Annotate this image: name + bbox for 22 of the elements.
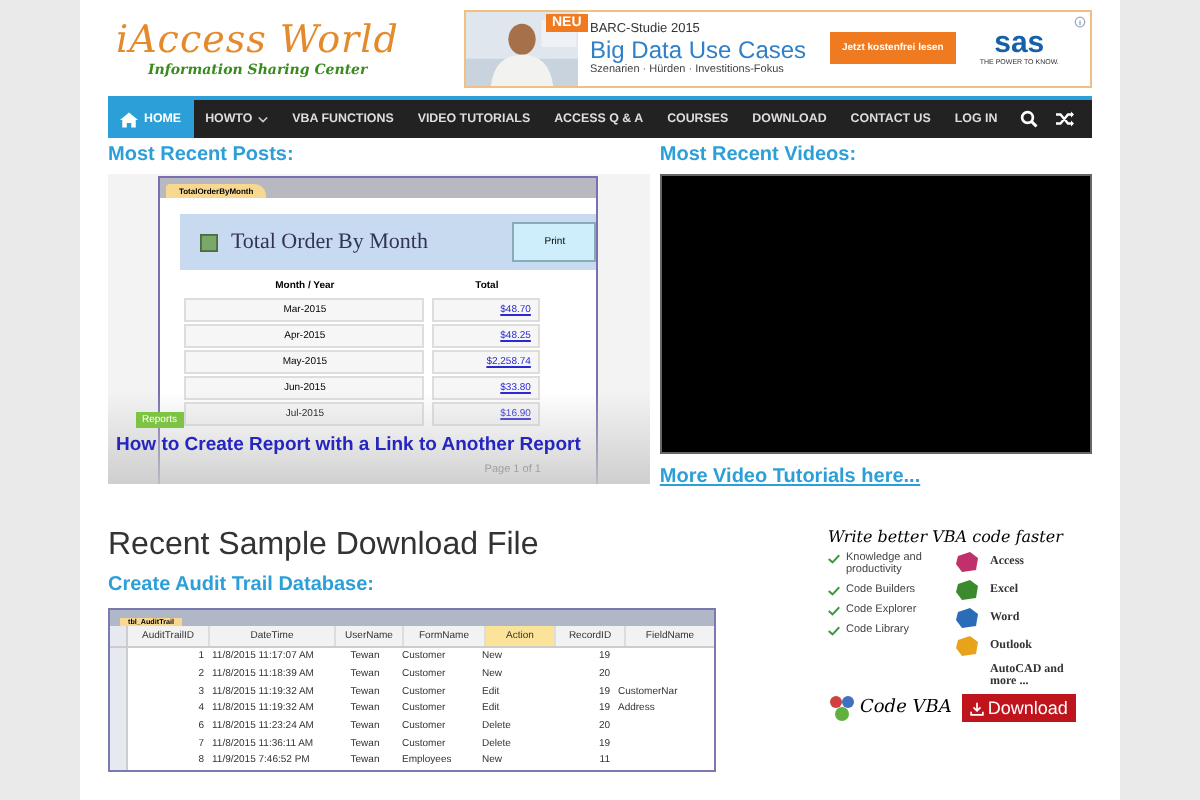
post-thumbnail[interactable] bbox=[108, 174, 650, 484]
section-heading: Most Recent Posts: bbox=[108, 144, 296, 166]
section-title: Recent Sample Download File bbox=[108, 528, 541, 564]
post-title[interactable]: How to Create Report with a Link to Another Report bbox=[116, 434, 581, 456]
video-player[interactable] bbox=[659, 174, 1092, 454]
ad-headline: Big Data Use Cases bbox=[590, 35, 809, 63]
brand-icon bbox=[828, 694, 856, 722]
brand-name: Code VBA bbox=[860, 698, 952, 718]
caret-icon bbox=[258, 115, 269, 123]
brand-logo: sas bbox=[994, 30, 1045, 58]
shuffle-icon[interactable] bbox=[1056, 110, 1074, 128]
download-icon bbox=[969, 701, 984, 715]
search-icon[interactable] bbox=[1020, 110, 1038, 128]
report-title: Total Order By Month bbox=[230, 230, 430, 254]
ad-title: Write better VBA code faster bbox=[828, 528, 1066, 546]
ad-info-icon[interactable] bbox=[1074, 15, 1086, 27]
select-all-cell[interactable] bbox=[110, 626, 128, 646]
section-heading: Most Recent Videos: bbox=[659, 144, 859, 166]
download-button[interactable]: Download bbox=[961, 694, 1076, 722]
check-icon bbox=[828, 554, 840, 564]
report-icon bbox=[200, 233, 219, 251]
home-icon bbox=[120, 111, 138, 127]
